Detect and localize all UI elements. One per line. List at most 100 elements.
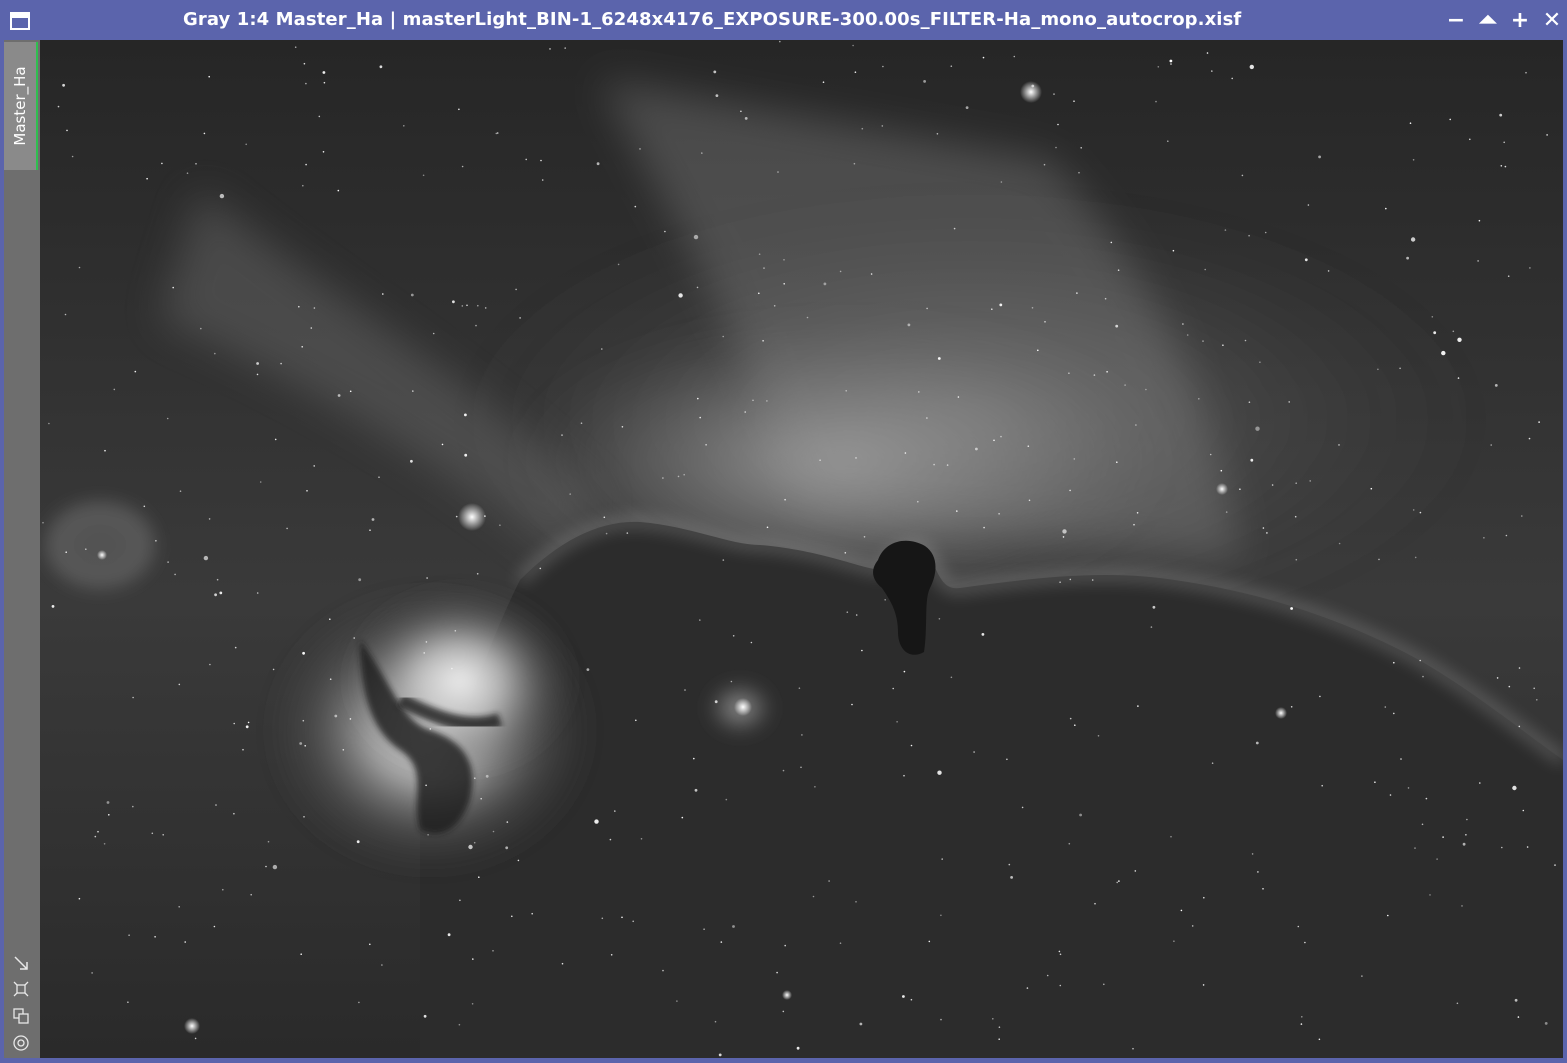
star bbox=[1222, 344, 1224, 347]
star bbox=[42, 521, 44, 524]
star bbox=[166, 417, 169, 420]
star bbox=[664, 230, 666, 233]
star bbox=[492, 950, 494, 952]
star bbox=[1079, 813, 1082, 817]
star bbox=[306, 490, 308, 492]
shade-button[interactable]: ⏶ bbox=[1476, 9, 1500, 33]
star bbox=[744, 411, 746, 413]
star bbox=[855, 614, 858, 616]
star bbox=[1255, 426, 1260, 431]
star bbox=[322, 151, 325, 153]
star bbox=[1465, 834, 1467, 836]
star bbox=[484, 307, 487, 309]
star bbox=[97, 830, 99, 833]
star bbox=[766, 526, 769, 529]
star bbox=[1134, 870, 1137, 872]
star bbox=[1410, 237, 1416, 242]
star bbox=[304, 745, 307, 747]
star bbox=[162, 834, 164, 836]
fit-view-icon[interactable] bbox=[12, 980, 30, 998]
star bbox=[219, 193, 225, 199]
star bbox=[1483, 537, 1485, 539]
star bbox=[1512, 785, 1517, 791]
star bbox=[213, 925, 216, 928]
star bbox=[1505, 534, 1508, 537]
star bbox=[569, 493, 571, 495]
bright-star bbox=[97, 550, 107, 560]
star bbox=[274, 438, 277, 441]
star bbox=[907, 323, 911, 327]
star bbox=[298, 305, 300, 308]
star bbox=[639, 148, 641, 150]
star bbox=[1295, 558, 1298, 561]
star bbox=[1173, 940, 1175, 942]
star bbox=[953, 227, 956, 230]
star bbox=[1044, 321, 1046, 323]
image-viewport[interactable] bbox=[40, 40, 1563, 1058]
star bbox=[294, 46, 297, 48]
star bbox=[828, 880, 830, 882]
star bbox=[1026, 987, 1029, 989]
star bbox=[1538, 421, 1540, 423]
title-bar[interactable]: Gray 1:4 Master_Ha | masterLight_BIN-1_6… bbox=[0, 0, 1567, 40]
star bbox=[852, 44, 854, 47]
star bbox=[621, 426, 624, 428]
target-icon[interactable] bbox=[12, 1034, 30, 1052]
star bbox=[1211, 70, 1213, 72]
star bbox=[800, 766, 802, 769]
star bbox=[632, 920, 634, 923]
star bbox=[1399, 367, 1401, 370]
close-button[interactable]: ✕ bbox=[1540, 9, 1564, 33]
star bbox=[1170, 63, 1172, 65]
star bbox=[1288, 401, 1290, 403]
star bbox=[310, 327, 313, 329]
star bbox=[459, 899, 461, 902]
star bbox=[1097, 735, 1100, 737]
star bbox=[247, 721, 250, 724]
star bbox=[936, 133, 939, 135]
star bbox=[1249, 64, 1255, 70]
star bbox=[973, 751, 975, 753]
star bbox=[146, 177, 148, 180]
star bbox=[427, 834, 429, 836]
star bbox=[1456, 1002, 1459, 1005]
resize-icon[interactable] bbox=[12, 954, 30, 972]
star bbox=[113, 388, 116, 391]
star bbox=[267, 840, 270, 843]
star bbox=[256, 373, 259, 376]
star bbox=[301, 346, 304, 348]
star bbox=[1103, 983, 1105, 986]
star bbox=[1449, 118, 1451, 121]
star bbox=[234, 646, 237, 649]
star bbox=[1225, 511, 1228, 513]
view-tab-master-ha[interactable]: Master_Ha bbox=[4, 42, 38, 170]
star bbox=[998, 1026, 1001, 1028]
star bbox=[1055, 146, 1057, 149]
bright-star bbox=[1216, 483, 1228, 495]
window-menu-icon[interactable] bbox=[10, 12, 30, 30]
star bbox=[299, 742, 303, 745]
star bbox=[855, 901, 857, 903]
star bbox=[1259, 361, 1261, 364]
star bbox=[1307, 204, 1310, 206]
clone-icon[interactable] bbox=[12, 1007, 30, 1025]
star bbox=[1145, 388, 1147, 391]
star bbox=[1059, 984, 1062, 987]
star bbox=[1393, 712, 1395, 715]
star bbox=[806, 316, 809, 319]
star bbox=[1132, 1047, 1134, 1050]
star bbox=[1069, 489, 1071, 492]
star bbox=[313, 465, 316, 467]
maximize-button[interactable]: + bbox=[1508, 9, 1532, 33]
star bbox=[740, 110, 742, 113]
star bbox=[280, 362, 282, 365]
star bbox=[495, 132, 498, 135]
star bbox=[303, 816, 305, 818]
star bbox=[713, 70, 717, 74]
star bbox=[549, 48, 551, 50]
star bbox=[694, 788, 698, 792]
minimize-button[interactable]: − bbox=[1444, 9, 1468, 33]
star bbox=[161, 162, 163, 165]
star bbox=[861, 649, 863, 652]
star bbox=[214, 593, 218, 597]
